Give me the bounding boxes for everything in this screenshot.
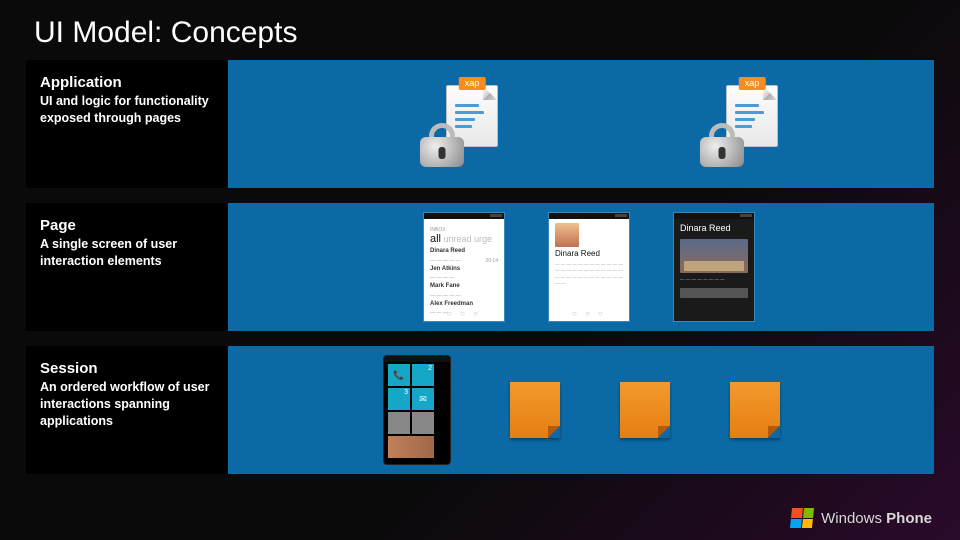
concept-rows: Application UI and logic for functionali… — [0, 60, 960, 474]
label-card-session: Session An ordered workflow of user inte… — [26, 346, 228, 474]
lock-icon — [420, 123, 464, 167]
desc-application: UI and logic for functionality exposed t… — [40, 93, 214, 127]
band-session — [224, 346, 934, 474]
band-page: INBOXall unread urge Dinara Reed— — — — … — [224, 203, 934, 331]
page-thumb-dark-profile: Dinara Reed — — — — — — — — — [674, 213, 754, 321]
note-card-icon — [620, 382, 670, 438]
lock-icon — [700, 123, 744, 167]
phone-start-screen — [384, 356, 450, 464]
desc-page: A single screen of user interaction elem… — [40, 236, 214, 270]
xap-package-icon: xap — [704, 85, 784, 163]
windows-flag-icon — [790, 508, 814, 528]
heading-application: Application — [40, 74, 214, 91]
heading-page: Page — [40, 217, 214, 234]
page-thumb-profile: Dinara Reed — — — — — — — — — — — — — — … — [549, 213, 629, 321]
heading-session: Session — [40, 360, 214, 377]
xap-package-icon: xap — [424, 85, 504, 163]
xap-label: xap — [739, 77, 766, 90]
footer-brand: Windows Phone — [791, 508, 932, 528]
note-card-icon — [510, 382, 560, 438]
desc-session: An ordered workflow of user interactions… — [40, 379, 214, 430]
band-application: xap xap — [224, 60, 934, 188]
row-session: Session An ordered workflow of user inte… — [26, 346, 934, 474]
note-card-icon — [730, 382, 780, 438]
label-card-application: Application UI and logic for functionali… — [26, 60, 228, 188]
xap-label: xap — [459, 77, 486, 90]
row-application: Application UI and logic for functionali… — [26, 60, 934, 188]
label-card-page: Page A single screen of user interaction… — [26, 203, 228, 331]
slide-title: UI Model: Concepts — [0, 0, 960, 60]
row-page: Page A single screen of user interaction… — [26, 203, 934, 331]
page-thumb-inbox: INBOXall unread urge Dinara Reed— — — — … — [424, 213, 504, 321]
